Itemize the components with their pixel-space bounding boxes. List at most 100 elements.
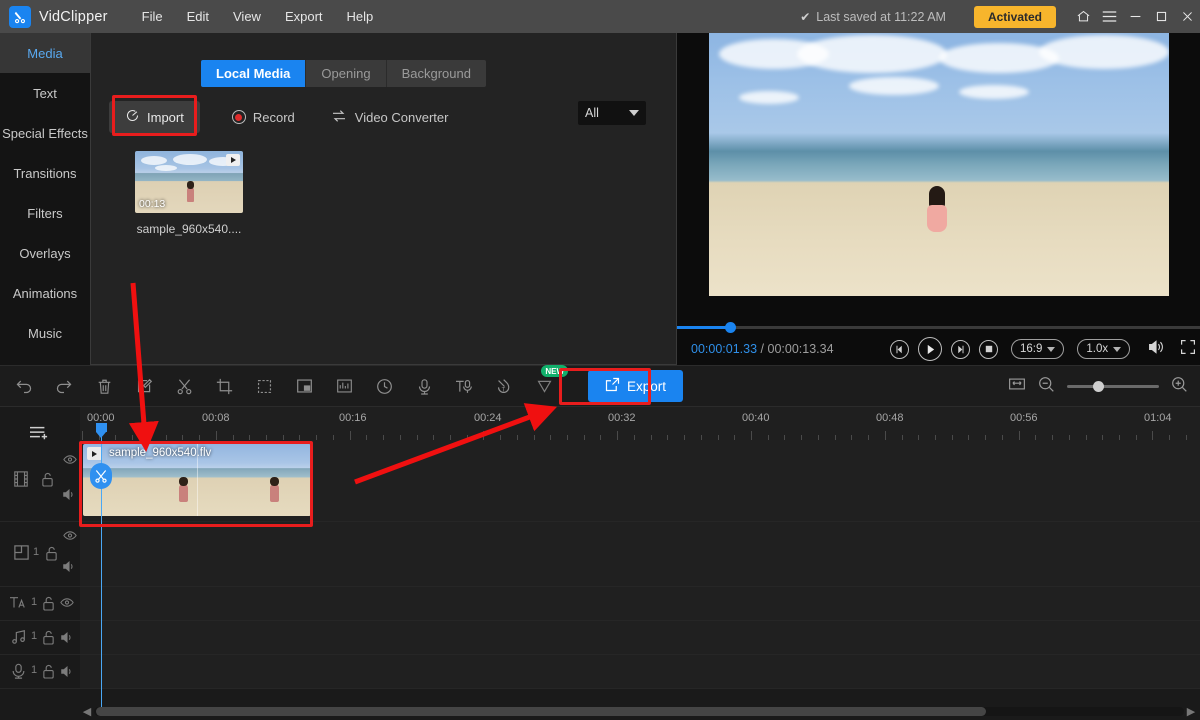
unlock-icon[interactable] bbox=[42, 630, 55, 648]
menu-file[interactable]: File bbox=[130, 5, 175, 28]
zoom-in-icon[interactable] bbox=[1171, 376, 1188, 397]
microphone-icon[interactable] bbox=[410, 372, 438, 400]
aspect-ratio-select[interactable]: 16:9 bbox=[1011, 339, 1065, 359]
video-play-icon bbox=[87, 447, 102, 460]
timeline-playhead[interactable] bbox=[90, 423, 112, 707]
tab-background[interactable]: Background bbox=[386, 60, 486, 87]
unlock-icon[interactable] bbox=[41, 472, 54, 490]
track-header-voiceover: 1 bbox=[0, 655, 80, 688]
total-time: 00:00:13.34 bbox=[767, 342, 834, 356]
timeline-scrollbar[interactable]: ◀ ▶ bbox=[80, 704, 1198, 718]
timeline-clip-title: sample_960x540.flv bbox=[109, 447, 212, 459]
media-filter-select[interactable]: All bbox=[578, 101, 646, 125]
license-badge[interactable]: Activated bbox=[973, 5, 1056, 28]
menu-view[interactable]: View bbox=[221, 5, 273, 28]
chevron-right-icon[interactable]: ▶ bbox=[1184, 705, 1198, 718]
next-frame-button[interactable] bbox=[951, 339, 970, 359]
fullscreen-icon[interactable] bbox=[1180, 339, 1196, 359]
export-button[interactable]: Export bbox=[588, 370, 684, 402]
play-button[interactable] bbox=[918, 337, 942, 361]
track-body-music[interactable] bbox=[80, 621, 1200, 654]
split-icon[interactable] bbox=[170, 372, 198, 400]
watermark-icon[interactable]: T bbox=[490, 372, 518, 400]
import-button[interactable]: Import bbox=[109, 101, 200, 133]
menu-bar: File Edit View Export Help bbox=[130, 5, 386, 28]
sidebar-item-overlays[interactable]: Overlays bbox=[0, 233, 90, 273]
redo-icon[interactable] bbox=[50, 372, 78, 400]
tab-opening[interactable]: Opening bbox=[306, 60, 387, 87]
speaker-icon[interactable] bbox=[62, 560, 76, 576]
playback-speed-select[interactable]: 1.0x bbox=[1077, 339, 1131, 359]
home-icon[interactable] bbox=[1070, 0, 1096, 33]
menu-export[interactable]: Export bbox=[273, 5, 335, 28]
video-play-icon bbox=[226, 154, 240, 166]
track-body-text[interactable] bbox=[80, 587, 1200, 620]
eye-icon[interactable] bbox=[60, 597, 74, 611]
title-bar-right: ✔ Last saved at 11:22 AM Activated bbox=[800, 0, 1200, 33]
app-title: VidClipper bbox=[39, 8, 108, 25]
maximize-icon[interactable] bbox=[1148, 0, 1174, 33]
fit-timeline-icon[interactable] bbox=[1008, 376, 1026, 396]
eye-icon[interactable] bbox=[63, 454, 77, 468]
sidebar-item-music[interactable]: Music bbox=[0, 313, 90, 353]
tab-local-media[interactable]: Local Media bbox=[201, 60, 307, 87]
timeline-ruler[interactable]: 00:00 00:08 00:16 00:24 00:32 00:40 00:4… bbox=[80, 407, 1200, 440]
record-button[interactable]: Record bbox=[231, 110, 295, 125]
ruler-tick bbox=[884, 431, 886, 440]
delete-icon[interactable] bbox=[90, 372, 118, 400]
audio-waveform-icon[interactable] bbox=[330, 372, 358, 400]
sidebar-item-special-effects[interactable]: Special Effects bbox=[0, 113, 90, 153]
seek-track[interactable] bbox=[677, 322, 1200, 333]
undo-icon[interactable] bbox=[10, 372, 38, 400]
track-body-video[interactable]: sample_960x540.flv bbox=[80, 440, 1200, 521]
menu-edit[interactable]: Edit bbox=[175, 5, 221, 28]
scrollbar-track[interactable] bbox=[94, 706, 1184, 716]
duplicate-icon[interactable] bbox=[250, 372, 278, 400]
scissors-icon[interactable] bbox=[90, 463, 112, 489]
media-thumbnail[interactable]: 00:13 bbox=[135, 151, 243, 213]
text-to-speech-icon[interactable] bbox=[450, 372, 478, 400]
speaker-icon[interactable] bbox=[60, 631, 74, 647]
chevron-left-icon[interactable]: ◀ bbox=[80, 705, 94, 718]
speaker-icon[interactable] bbox=[1147, 339, 1165, 359]
close-icon[interactable] bbox=[1174, 0, 1200, 33]
sidebar-label: Music bbox=[28, 325, 62, 341]
sidebar-label: Filters bbox=[27, 205, 63, 221]
minimize-icon[interactable] bbox=[1122, 0, 1148, 33]
unlock-icon[interactable] bbox=[42, 596, 55, 614]
speed-clock-icon[interactable] bbox=[370, 372, 398, 400]
timeline-clip[interactable]: sample_960x540.flv bbox=[83, 444, 311, 516]
scrollbar-thumb[interactable] bbox=[96, 706, 986, 716]
sidebar-item-media[interactable]: Media bbox=[0, 33, 90, 73]
picture-in-picture-icon[interactable] bbox=[290, 372, 318, 400]
speaker-icon[interactable] bbox=[62, 488, 76, 504]
stop-button[interactable] bbox=[979, 339, 998, 359]
unlock-icon[interactable] bbox=[42, 664, 55, 682]
sidebar-item-animations[interactable]: Animations bbox=[0, 273, 90, 313]
menu-help[interactable]: Help bbox=[335, 5, 386, 28]
zoom-slider[interactable] bbox=[1067, 380, 1159, 392]
chevron-down-icon bbox=[629, 110, 639, 116]
track-header-text: 1 bbox=[0, 587, 80, 620]
sidebar-item-transitions[interactable]: Transitions bbox=[0, 153, 90, 193]
video-converter-button[interactable]: Video Converter bbox=[331, 109, 448, 126]
sidebar-item-filters[interactable]: Filters bbox=[0, 193, 90, 233]
ai-tools-icon[interactable]: NEW bbox=[530, 365, 568, 400]
seek-handle[interactable] bbox=[725, 322, 736, 333]
sidebar-item-text[interactable]: Text bbox=[0, 73, 90, 113]
previous-frame-button[interactable] bbox=[890, 339, 909, 359]
edit-icon[interactable] bbox=[130, 372, 158, 400]
unlock-icon[interactable] bbox=[45, 546, 58, 564]
media-asset-card[interactable]: 00:13 sample_960x540.... bbox=[135, 151, 243, 236]
zoom-out-icon[interactable] bbox=[1038, 376, 1055, 397]
preview-video[interactable] bbox=[709, 33, 1169, 296]
track-body-pip[interactable] bbox=[80, 522, 1200, 586]
thumbnail-person bbox=[186, 180, 194, 202]
crop-icon[interactable] bbox=[210, 372, 238, 400]
app-logo-icon bbox=[9, 5, 31, 28]
preview-seek-bar[interactable] bbox=[677, 296, 1200, 333]
speaker-icon[interactable] bbox=[60, 665, 74, 681]
track-body-voiceover[interactable] bbox=[80, 655, 1200, 688]
hamburger-icon[interactable] bbox=[1096, 0, 1122, 33]
eye-icon[interactable] bbox=[63, 530, 77, 544]
